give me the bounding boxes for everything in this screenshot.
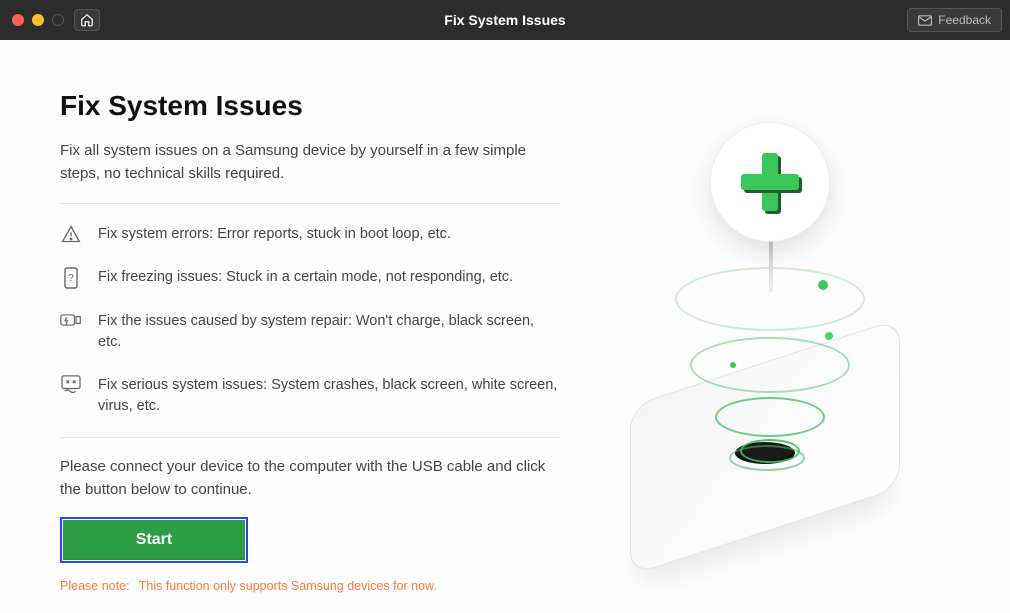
feature-text: Fix freezing issues: Stuck in a certain … [98,267,513,288]
feature-list: Fix system errors: Error reports, stuck … [60,204,560,438]
battery-phone-icon [60,311,82,329]
plus-badge [710,122,830,242]
feature-text: Fix serious system issues: System crashe… [98,375,560,417]
start-button[interactable]: Start [63,520,245,560]
window-title: Fix System Issues [444,12,565,28]
signal-rings [675,267,865,517]
maximize-window-button[interactable] [52,14,64,26]
lead-text: Fix all system issues on a Samsung devic… [60,140,560,204]
plus-icon [741,153,799,211]
window-controls [12,14,64,26]
feedback-button[interactable]: Feedback [907,8,1002,32]
feature-item: Fix the issues caused by system repair: … [60,311,560,353]
illustration [580,90,960,593]
phone-question-icon: ? [63,267,79,289]
home-icon [80,13,94,27]
crash-icon [61,375,81,393]
warning-icon [61,224,81,244]
minimize-window-button[interactable] [32,14,44,26]
svg-text:?: ? [68,273,74,284]
page-title: Fix System Issues [60,90,560,122]
particle-dot [825,332,833,340]
title-bar: Fix System Issues Feedback [0,0,1010,40]
feature-item: Fix serious system issues: System crashe… [60,375,560,417]
feedback-label: Feedback [938,13,991,27]
feature-text: Fix the issues caused by system repair: … [98,311,560,353]
particle-dot [730,362,736,368]
footnote: Please note: This function only supports… [60,579,560,593]
particle-dot [818,280,828,290]
footnote-text: This function only supports Samsung devi… [139,579,437,593]
feature-text: Fix system errors: Error reports, stuck … [98,224,451,245]
close-window-button[interactable] [12,14,24,26]
feature-item: ? Fix freezing issues: Stuck in a certai… [60,267,560,289]
home-button[interactable] [74,9,100,31]
footnote-label: Please note: [60,579,130,593]
instruction-text: Please connect your device to the comput… [60,438,560,517]
feature-item: Fix system errors: Error reports, stuck … [60,224,560,245]
start-button-highlight: Start [60,517,248,563]
mail-icon [918,15,932,26]
